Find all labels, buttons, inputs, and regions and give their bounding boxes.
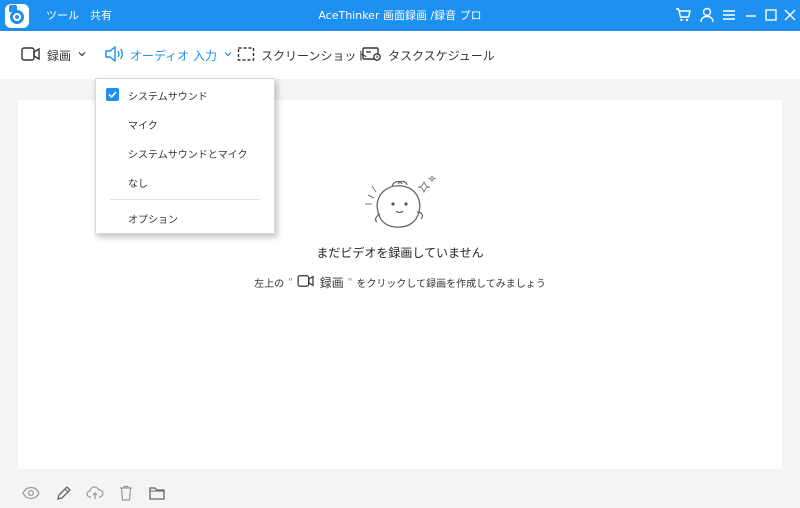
- menu-item-label: マイク: [128, 120, 158, 132]
- menu-item-options[interactable]: オプション: [96, 207, 274, 229]
- audio-input-label: オーディオ 入力: [130, 48, 217, 63]
- video-camera-icon: [21, 46, 47, 65]
- hint-record-reference: 録画: [297, 274, 344, 291]
- folder-icon[interactable]: [148, 484, 166, 502]
- empty-mascot-icon: [362, 172, 442, 234]
- hint-quote-close: ": [347, 276, 353, 288]
- empty-state-hint: 左上の " 録画 " をクリックして録画を作成してみましょう: [18, 272, 782, 292]
- record-button[interactable]: 録画: [21, 31, 93, 79]
- preview-icon[interactable]: [22, 484, 40, 502]
- empty-state-title: まだビデオを録画していません: [316, 246, 484, 260]
- hint-record-label: 録画: [319, 275, 344, 290]
- hint-suffix: をクリックして録画を作成してみましょう: [356, 278, 546, 290]
- close-icon[interactable]: [781, 6, 799, 24]
- menu-item-microphone[interactable]: マイク: [96, 113, 274, 135]
- menu-item-system-sound[interactable]: システムサウンド: [96, 84, 274, 106]
- checkbox-checked-icon[interactable]: [106, 88, 119, 101]
- speaker-icon: [104, 45, 130, 65]
- hint-quote-open: ": [288, 276, 293, 288]
- hint-prefix: 左上の: [254, 278, 285, 290]
- bottom-bar: [0, 478, 800, 508]
- title-bar: ツール 共有 AceThinker 画面録画 /録音 プロ: [0, 0, 800, 31]
- screenshot-button[interactable]: スクリーンショット: [237, 31, 368, 79]
- menu-divider: [110, 199, 260, 200]
- audio-input-menu: システムサウンド マイク システムサウンドとマイク なし オプション: [95, 78, 275, 234]
- user-icon[interactable]: [698, 6, 716, 24]
- upload-icon[interactable]: [86, 484, 104, 502]
- edit-icon[interactable]: [55, 484, 73, 502]
- screenshot-label: スクリーンショット: [261, 48, 369, 63]
- task-schedule-label: タスクスケジュール: [388, 48, 495, 63]
- menu-item-none[interactable]: なし: [96, 171, 274, 193]
- record-label: 録画: [47, 48, 72, 63]
- minimize-icon[interactable]: [742, 6, 760, 24]
- cart-icon[interactable]: [674, 6, 692, 24]
- menu-icon[interactable]: [720, 6, 738, 24]
- menu-item-label: システムサウンドとマイク: [128, 149, 248, 161]
- menu-item-system-sound-and-mic[interactable]: システムサウンドとマイク: [96, 142, 274, 164]
- menu-item-label: なし: [128, 178, 148, 190]
- video-camera-icon: [297, 274, 320, 291]
- maximize-icon[interactable]: [762, 6, 780, 24]
- chevron-down-icon: [77, 48, 93, 62]
- audio-input-button[interactable]: オーディオ 入力: [104, 31, 239, 79]
- delete-icon[interactable]: [117, 484, 135, 502]
- menu-item-label: システムサウンド: [128, 91, 208, 103]
- toolbar: 録画 オーディオ 入力 スクリーンショット タスクスケジュール: [0, 31, 800, 79]
- task-schedule-button[interactable]: タスクスケジュール: [362, 31, 495, 79]
- schedule-icon: [362, 46, 388, 65]
- menu-item-label: オプション: [128, 214, 178, 226]
- screenshot-icon: [237, 46, 261, 65]
